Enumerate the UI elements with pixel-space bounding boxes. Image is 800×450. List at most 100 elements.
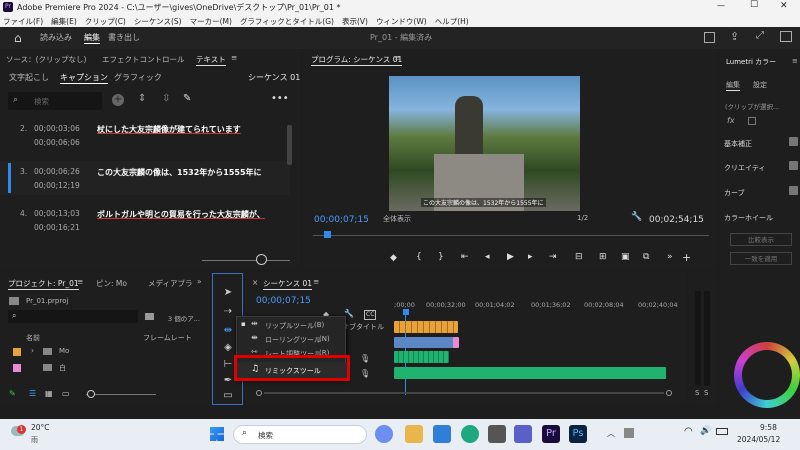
subtab-graphics[interactable]: グラフィック bbox=[114, 72, 162, 83]
timeline-scroll-handle-right[interactable] bbox=[666, 390, 672, 396]
timeline-playhead-marker[interactable] bbox=[403, 309, 409, 315]
fullscreen-icon[interactable]: ⤢ bbox=[756, 30, 764, 41]
menu-graphics[interactable]: グラフィックとタイトル(G) bbox=[240, 17, 334, 26]
tab-edit[interactable]: 編集 bbox=[84, 32, 100, 44]
video-clip-pink[interactable] bbox=[453, 337, 459, 348]
mail-icon[interactable] bbox=[433, 425, 451, 443]
more-options-icon[interactable]: ••• bbox=[271, 93, 289, 104]
program-scrub-bar[interactable] bbox=[313, 235, 709, 236]
project-menu-icon[interactable]: ≡ bbox=[77, 277, 83, 286]
popup-item-rolling[interactable]: ⇼ ローリングツール (N) bbox=[237, 333, 347, 346]
edit-pencil-icon[interactable]: ✎ bbox=[183, 93, 191, 104]
sequence-tab[interactable]: シーケンス 01 bbox=[263, 278, 313, 290]
section-creative[interactable]: クリエイティ bbox=[724, 163, 765, 173]
caption-clips[interactable] bbox=[394, 321, 458, 333]
wrench-icon[interactable]: 🔧 bbox=[631, 212, 642, 222]
go-to-in-icon[interactable]: ⇤ bbox=[461, 252, 469, 262]
caption-text[interactable]: 杖にした大友宗麟像が建てられています bbox=[97, 124, 241, 135]
quick-export-icon[interactable] bbox=[704, 32, 715, 43]
program-menu-icon[interactable]: ≡ bbox=[394, 53, 400, 62]
file-explorer-icon[interactable] bbox=[405, 425, 423, 443]
zoom-slider-track[interactable] bbox=[202, 260, 290, 261]
expand-arrow-icon[interactable]: › bbox=[31, 346, 34, 355]
subtab-captions[interactable]: キャプション bbox=[60, 72, 108, 84]
mic-icon-a2[interactable]: 🎙 bbox=[360, 369, 370, 378]
project-search-box[interactable]: ⌕ bbox=[8, 310, 138, 323]
captions-scrollbar[interactable] bbox=[287, 125, 292, 165]
audio-clip-a2[interactable] bbox=[394, 367, 666, 379]
project-item-mo[interactable]: › Mo bbox=[0, 345, 209, 359]
section-color-wheels[interactable]: カラーホイール bbox=[724, 213, 773, 223]
tab-media-browser[interactable]: メディアブラ bbox=[148, 278, 192, 289]
menu-clip[interactable]: クリップ(C) bbox=[85, 17, 126, 26]
lumetri-tab-edit[interactable]: 編集 bbox=[726, 80, 740, 91]
tab-export[interactable]: 書き出し bbox=[108, 32, 140, 43]
taskbar-search-box[interactable]: ⌕ 検索 bbox=[233, 425, 367, 444]
close-sequence-icon[interactable]: × bbox=[252, 278, 258, 287]
playhead-marker[interactable] bbox=[324, 231, 331, 238]
mark-out-icon[interactable]: } bbox=[438, 252, 444, 262]
curves-checkbox[interactable] bbox=[789, 186, 798, 195]
column-name[interactable]: 名前 bbox=[26, 333, 40, 343]
freeform-view-icon[interactable]: ▭ bbox=[62, 389, 70, 398]
thumbnail-slider[interactable] bbox=[86, 394, 156, 395]
tab-effect-controls[interactable]: エフェクトコントロール bbox=[102, 54, 185, 65]
panel-menu-icon[interactable]: ≡ bbox=[231, 53, 237, 62]
pencil-icon[interactable]: ✎ bbox=[9, 389, 16, 398]
step-forward-icon[interactable]: ▸ bbox=[528, 252, 533, 262]
section-basic[interactable]: 基本補正 bbox=[724, 139, 752, 149]
fx-checkbox[interactable] bbox=[748, 117, 756, 125]
minimize-button[interactable]: — bbox=[717, 1, 725, 10]
tab-source[interactable]: ソース：(クリップなし) bbox=[6, 54, 86, 65]
timeline-timecode[interactable]: 00;00;07;15 bbox=[256, 296, 311, 306]
razor-tool-icon[interactable]: ◈ bbox=[221, 341, 235, 355]
menu-marker[interactable]: マーカー(M) bbox=[190, 17, 232, 26]
tab-text[interactable]: テキスト bbox=[196, 54, 226, 66]
mark-in-icon[interactable]: { bbox=[416, 252, 422, 262]
program-timecode[interactable]: 00;00;07;15 bbox=[314, 215, 369, 225]
fit-dropdown[interactable]: 全体表示 bbox=[383, 214, 411, 224]
caption-text[interactable]: この大友宗麟の像は、1532年から1555年に bbox=[97, 167, 262, 178]
quality-dropdown[interactable]: 1/2 bbox=[577, 214, 588, 222]
menu-help[interactable]: ヘルプ(H) bbox=[435, 17, 469, 26]
browser-icon[interactable] bbox=[375, 425, 393, 443]
menu-view[interactable]: 表示(V) bbox=[342, 17, 368, 26]
creative-checkbox[interactable] bbox=[789, 161, 798, 170]
close-window-button[interactable]: ✕ bbox=[780, 1, 788, 11]
slip-tool-icon[interactable]: ⊢ bbox=[221, 358, 235, 372]
lumetri-tab-settings[interactable]: 設定 bbox=[753, 80, 767, 90]
timeline-scroll-handle-left[interactable] bbox=[256, 390, 262, 396]
premiere-taskbar-icon[interactable]: Pr bbox=[542, 425, 560, 443]
maximize-button[interactable]: ☐ bbox=[750, 0, 758, 10]
list-view-icon[interactable]: ☰ bbox=[29, 389, 36, 398]
new-bin-icon[interactable] bbox=[145, 313, 154, 320]
caption-row-3[interactable]: 3. 00;00;06;26 00;00;12;19 この大友宗麟の像は、153… bbox=[0, 161, 290, 195]
panel-icon[interactable] bbox=[780, 31, 792, 42]
clock-time[interactable]: 9:58 bbox=[760, 423, 777, 432]
captions-icon[interactable]: CC bbox=[364, 310, 377, 320]
selection-tool-icon[interactable]: ➤ bbox=[221, 286, 235, 300]
menu-edit[interactable]: 編集(E) bbox=[51, 17, 77, 26]
meter-solo-right[interactable]: S bbox=[704, 389, 708, 397]
caption-row-2[interactable]: 2. 00;00;03;06 00;00;06;06 杖にした大友宗麟像が建てら… bbox=[0, 119, 290, 153]
step-back-icon[interactable]: ◂ bbox=[485, 252, 490, 262]
thumbnail-slider-handle[interactable] bbox=[87, 390, 95, 398]
teams-icon[interactable] bbox=[514, 425, 532, 443]
sequence-menu-icon[interactable]: ≡ bbox=[313, 277, 319, 286]
overflow-icon[interactable]: » bbox=[667, 252, 673, 262]
subtab-transcript[interactable]: 文字起こし bbox=[9, 72, 49, 83]
menu-window[interactable]: ウィンドウ(W) bbox=[376, 17, 427, 26]
track-select-tool-icon[interactable]: ⇢ bbox=[221, 305, 235, 319]
popup-item-ripple[interactable]: ▪ ⇹ リップルツール (B) bbox=[237, 319, 347, 332]
mic-icon-a1[interactable]: 🎙 bbox=[360, 354, 370, 363]
add-caption-icon[interactable]: + bbox=[112, 94, 124, 106]
photoshop-taskbar-icon[interactable]: Ps bbox=[569, 425, 587, 443]
section-curves[interactable]: カーブ bbox=[724, 188, 745, 198]
apply-match-button[interactable]: 一致を適用 bbox=[730, 252, 792, 265]
pen-tool-icon[interactable]: ✒ bbox=[221, 374, 235, 388]
caption-row-4[interactable]: 4. 00;00;13;03 00;00;16;21 ポルトガルや明との貿易を行… bbox=[0, 204, 290, 238]
start-button[interactable] bbox=[210, 427, 224, 441]
rectangle-tool-icon[interactable]: ▭ bbox=[221, 389, 235, 403]
compare-icon[interactable]: ⧉ bbox=[643, 252, 649, 262]
merge-icon[interactable]: ⇕ bbox=[138, 93, 146, 104]
